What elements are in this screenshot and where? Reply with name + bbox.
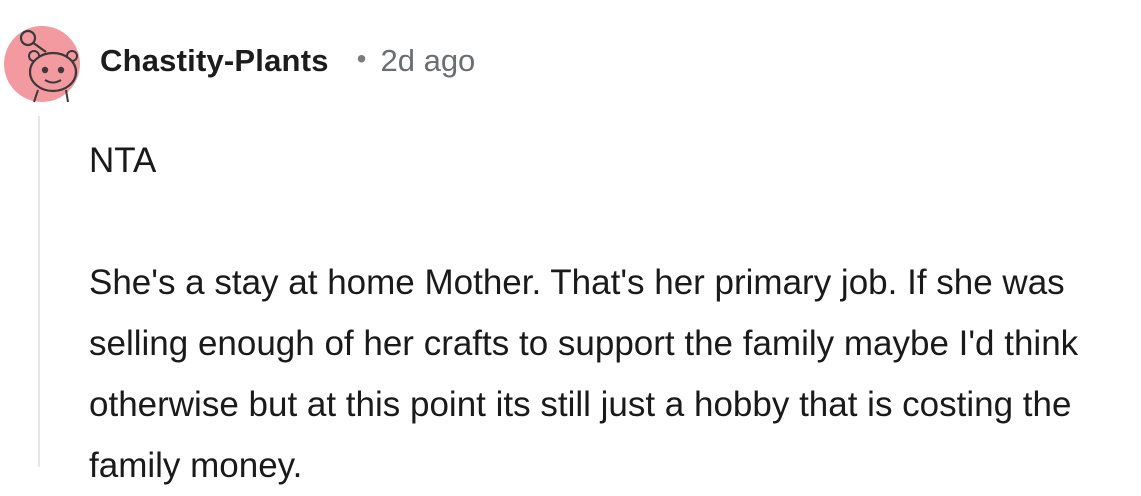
separator-dot: • — [356, 43, 367, 74]
comment-paragraph-text: She's a stay at home Mother. That's her … — [89, 263, 1079, 485]
comment: Chastity-Plants • 2d ago NTA She's a sta… — [0, 0, 1141, 485]
comment-author[interactable]: Chastity-Plants — [100, 43, 329, 79]
comment-body: NTA She's a stay at home Mother. That's … — [89, 130, 1129, 496]
comment-paragraph-verdict: NTA — [89, 141, 157, 180]
comment-timestamp[interactable]: 2d ago — [380, 43, 475, 79]
comment-header: Chastity-Plants • 2d ago — [100, 38, 475, 84]
reddit-snoo-avatar-icon[interactable] — [2, 12, 82, 108]
thread-collapse-line[interactable] — [38, 116, 40, 467]
